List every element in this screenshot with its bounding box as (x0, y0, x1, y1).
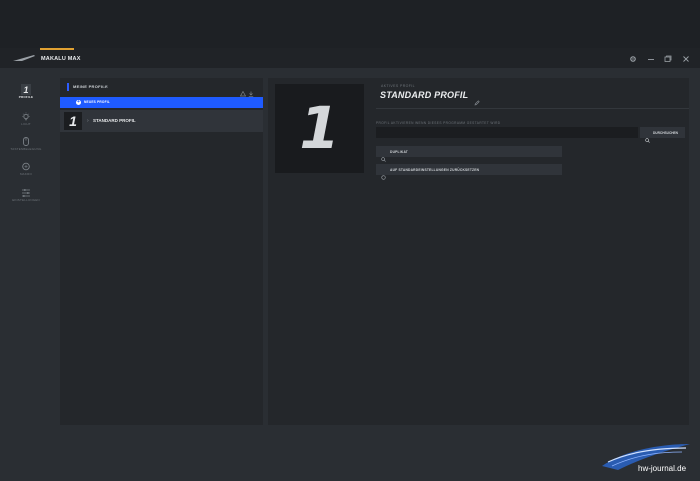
brand-logo-icon (13, 55, 35, 61)
sidebar-item-label: EINSTELLUNGEN (12, 198, 40, 202)
reset-icon (381, 167, 386, 180)
profiles-panel: MEINE PROFILE 1/5 + NEUES PROFIL 1 › STA… (60, 78, 263, 425)
import-icon[interactable] (239, 84, 247, 97)
close-icon[interactable] (682, 55, 690, 63)
sidebar-item-label: LICHT (21, 122, 31, 126)
watermark-text: hw-journal.de (638, 464, 687, 473)
sidebar-item-label: PROFILE (18, 95, 34, 99)
active-profile-panel: 1 AKTIVES PROFIL STANDARD PROFIL PROFIL … (268, 78, 689, 425)
active-profile-number: 1 (299, 94, 340, 162)
active-profile-tile: 1 (275, 84, 364, 173)
sidebar-item-button-mapping[interactable]: TASTENBELEGUNG (0, 134, 52, 160)
product-tab-accent (40, 48, 74, 50)
sidebar-item-macro[interactable]: MAKRO (0, 159, 52, 185)
minimize-icon[interactable] (647, 55, 655, 63)
macro-icon (21, 159, 31, 171)
duplicate-icon (381, 149, 386, 162)
duplicate-button[interactable]: DUPLIKAT (376, 146, 562, 162)
browse-button[interactable]: DURCHSUCHEN (640, 127, 685, 143)
search-icon (645, 130, 650, 143)
app-header-bar (0, 48, 700, 68)
restore-icon[interactable] (664, 55, 672, 63)
program-path-input[interactable] (376, 127, 638, 138)
sidebar-item-light[interactable]: LICHT (0, 109, 52, 135)
program-trigger-label: PROFIL AKTIVIEREN WENN DIESES PROGRAMM G… (376, 121, 501, 125)
profiles-count: 1/5 (102, 84, 108, 89)
active-profile-title: STANDARD PROFIL (380, 90, 469, 100)
sidebar-item-profile[interactable]: 1 PROFILE (0, 82, 52, 108)
profile-list-item[interactable]: 1 › STANDARD PROFIL (60, 110, 263, 132)
svg-text:1: 1 (23, 85, 28, 95)
active-profile-label: AKTIVES PROFIL (381, 84, 415, 88)
reset-defaults-label: AUF STANDARDEINSTELLUNGEN ZURÜCKSETZEN (390, 167, 480, 172)
product-tab-makalu-max[interactable]: MAKALU MAX (40, 48, 80, 68)
profile-number-icon: 1 (21, 82, 31, 95)
gear-icon[interactable] (629, 55, 637, 63)
profiles-header-accent (67, 83, 69, 91)
watermark-logo-icon (602, 444, 690, 470)
mouse-icon (21, 134, 31, 146)
profile-name: STANDARD PROFIL (93, 118, 136, 123)
chevron-right-icon: › (87, 118, 89, 124)
new-profile-label: NEUES PROFIL (84, 100, 110, 104)
section-divider (376, 108, 689, 109)
sidebar-item-label: MAKRO (19, 172, 32, 176)
edit-pencil-icon[interactable] (474, 93, 480, 106)
profile-number-tile: 1 (64, 112, 82, 130)
light-bulb-icon (21, 109, 31, 121)
plus-icon: + (76, 99, 81, 105)
sidebar-item-label: TASTENBELEGUNG (10, 147, 42, 151)
sidebar-item-settings[interactable]: EINSTELLUNGEN (0, 185, 52, 211)
duplicate-label: DUPLIKAT (390, 149, 409, 154)
new-profile-button[interactable]: + NEUES PROFIL (60, 97, 263, 108)
export-icon[interactable] (248, 84, 254, 97)
window-titlebar (0, 0, 700, 48)
reset-defaults-button[interactable]: AUF STANDARDEINSTELLUNGEN ZURÜCKSETZEN (376, 164, 562, 180)
product-name: MAKALU MAX (41, 56, 81, 62)
sliders-icon (21, 185, 31, 197)
sidebar-nav: 1 PROFILE LICHT TASTENBELEGUNG MAKRO EIN… (0, 68, 52, 481)
browse-label: DURCHSUCHEN (653, 130, 678, 135)
